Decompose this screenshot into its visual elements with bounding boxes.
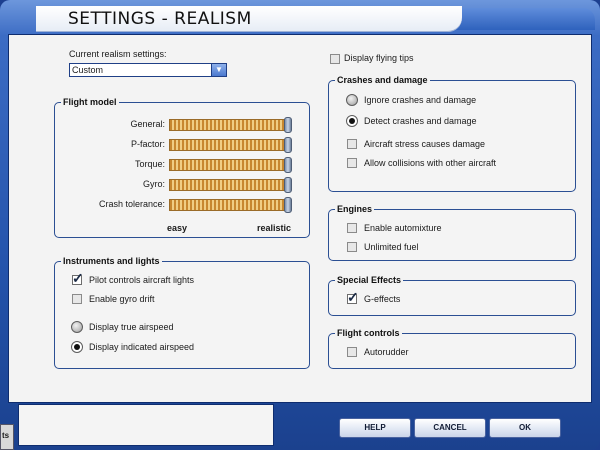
slider-label-p-factor: P-factor: xyxy=(130,139,165,149)
indicated-airspeed-radio[interactable] xyxy=(71,341,83,353)
realistic-label: realistic xyxy=(257,223,292,233)
instruments-lights-title: Instruments and lights xyxy=(61,256,162,266)
edge-tab-label: ts xyxy=(2,431,10,440)
slider-thumb[interactable] xyxy=(284,157,292,173)
realism-dropdown[interactable]: Custom ▼ xyxy=(69,63,227,77)
flight-controls-title: Flight controls xyxy=(335,328,402,338)
ignore-crashes-label: Ignore crashes and damage xyxy=(364,95,477,105)
checkmark-icon: ✓ xyxy=(72,270,84,286)
easy-label: easy xyxy=(167,223,188,233)
flight-model-title: Flight model xyxy=(61,97,119,107)
pilot-lights-label: Pilot controls aircraft lights xyxy=(89,275,195,285)
slider-gyro[interactable] xyxy=(169,177,292,193)
g-effects-checkbox[interactable]: ✓ xyxy=(347,290,359,304)
automixture-checkbox[interactable] xyxy=(347,223,357,233)
slider-thumb[interactable] xyxy=(284,117,292,133)
ignore-crashes-radio[interactable] xyxy=(346,94,358,106)
cancel-button[interactable]: CANCEL xyxy=(414,418,486,438)
title-bar-extension xyxy=(455,8,595,30)
window-title: SETTINGS - REALISM xyxy=(68,9,252,29)
gyro-drift-label: Enable gyro drift xyxy=(89,294,155,304)
indicated-airspeed-label: Display indicated airspeed xyxy=(89,342,195,352)
detect-crashes-label: Detect crashes and damage xyxy=(364,116,477,126)
true-airspeed-radio[interactable] xyxy=(71,321,83,333)
settings-panel: Current realism settings: Custom ▼ Displ… xyxy=(8,34,592,403)
special-effects-title: Special Effects xyxy=(335,275,404,285)
gyro-drift-checkbox[interactable] xyxy=(72,294,82,304)
message-area xyxy=(18,404,274,446)
slider-label-gyro: Gyro: xyxy=(142,179,165,189)
slider-crash-tolerance[interactable] xyxy=(169,197,292,213)
edge-tab[interactable]: ts xyxy=(0,424,14,450)
stress-damage-checkbox[interactable] xyxy=(347,139,357,149)
display-tips-checkbox[interactable] xyxy=(330,54,340,64)
title-bar: SETTINGS - REALISM xyxy=(36,6,462,32)
ok-button[interactable]: OK xyxy=(489,418,561,438)
detect-crashes-radio[interactable] xyxy=(346,115,358,127)
engines-group: Engines xyxy=(328,204,576,261)
display-tips-label: Display flying tips xyxy=(344,53,414,63)
slider-thumb[interactable] xyxy=(284,137,292,153)
slider-general[interactable] xyxy=(169,117,292,133)
crashes-damage-title: Crashes and damage xyxy=(335,75,430,85)
autorudder-checkbox[interactable] xyxy=(347,347,357,357)
slider-thumb[interactable] xyxy=(284,197,292,213)
realism-value: Custom xyxy=(72,65,104,75)
engines-title: Engines xyxy=(335,204,375,214)
unlimited-fuel-label: Unlimited fuel xyxy=(364,242,419,252)
slider-label-torque: Torque: xyxy=(134,159,165,169)
slider-label-general: General: xyxy=(130,119,165,129)
slider-label-crash-tolerance: Crash tolerance: xyxy=(98,199,165,209)
autorudder-label: Autorudder xyxy=(364,347,409,357)
help-button[interactable]: HELP xyxy=(339,418,411,438)
collisions-checkbox[interactable] xyxy=(347,158,357,168)
true-airspeed-label: Display true airspeed xyxy=(89,322,174,332)
checkmark-icon: ✓ xyxy=(347,289,359,305)
pilot-lights-checkbox[interactable]: ✓ xyxy=(72,271,84,285)
chevron-down-icon[interactable]: ▼ xyxy=(211,63,227,77)
realism-label: Current realism settings: xyxy=(69,49,167,59)
stress-damage-label: Aircraft stress causes damage xyxy=(364,139,486,149)
automixture-label: Enable automixture xyxy=(364,223,442,233)
slider-thumb[interactable] xyxy=(284,177,292,193)
unlimited-fuel-checkbox[interactable] xyxy=(347,242,357,252)
collisions-label: Allow collisions with other aircraft xyxy=(364,158,497,168)
g-effects-label: G-effects xyxy=(364,294,401,304)
slider-torque[interactable] xyxy=(169,157,292,173)
slider-p-factor[interactable] xyxy=(169,137,292,153)
